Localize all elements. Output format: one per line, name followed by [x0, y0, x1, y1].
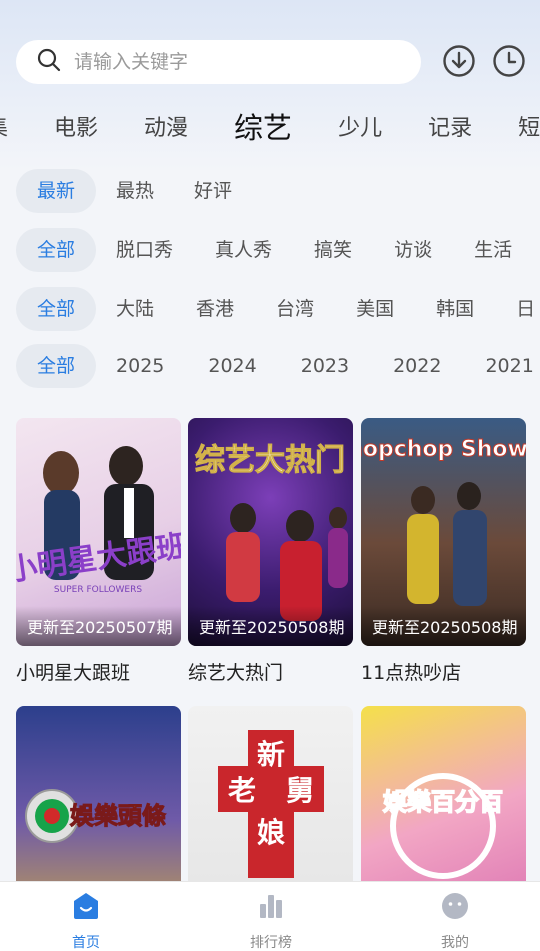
filter-chip[interactable]: 访谈 — [374, 228, 454, 272]
year-filter-row: 全部 2025 2024 2023 2022 2021 — [16, 344, 540, 388]
svg-text:娘: 娘 — [257, 816, 285, 849]
svg-text:SUPER FOLLOWERS: SUPER FOLLOWERS — [54, 585, 142, 595]
filter-chip[interactable]: 2024 — [188, 344, 280, 388]
filter-chip[interactable]: 大陆 — [96, 287, 176, 331]
show-poster[interactable]: chopchop Show 更新至20250508期 — [361, 418, 526, 646]
tab-anime[interactable]: 动漫 — [144, 110, 188, 142]
show-card[interactable]: 综艺大热门 更新至20250508期 综艺大热门 — [188, 418, 353, 685]
tab-series[interactable]: 集 — [0, 110, 8, 142]
show-title[interactable]: 小明星大跟班 — [16, 658, 181, 685]
show-title[interactable]: 综艺大热门 — [188, 658, 353, 685]
region-filter-row: 全部 大陆 香港 台湾 美国 韩国 日 — [16, 287, 540, 331]
svg-text:小明星大跟班: 小明星大跟班 — [16, 529, 181, 589]
tab-movie[interactable]: 电影 — [54, 110, 98, 142]
genre-filter-row: 全部 脱口秀 真人秀 搞笑 访谈 生活 — [16, 228, 532, 272]
svg-text:娛樂頭條: 娛樂頭條 — [69, 802, 166, 830]
filter-chip[interactable]: 2025 — [96, 344, 188, 388]
svg-text:新: 新 — [257, 738, 285, 771]
category-tabs: 集 电影 动漫 综艺 少儿 记录 短 — [0, 102, 540, 150]
filter-chip[interactable]: 全部 — [16, 228, 97, 272]
tab-documentary[interactable]: 记录 — [428, 110, 472, 142]
filter-chip[interactable]: 生活 — [454, 228, 532, 272]
filter-chip[interactable]: 全部 — [16, 344, 97, 388]
filter-chip[interactable]: 韩国 — [416, 287, 496, 331]
filter-chip[interactable]: 全部 — [16, 287, 97, 331]
home-icon — [41, 890, 131, 922]
profile-icon — [410, 890, 500, 922]
nav-label: 排行榜 — [250, 935, 292, 951]
sort-filter-row: 最新 最热 好评 — [16, 169, 252, 213]
nav-ranking[interactable]: 排行榜 — [226, 890, 316, 951]
filter-chip[interactable]: 好评 — [174, 169, 252, 213]
tab-variety[interactable]: 综艺 — [234, 105, 292, 147]
filter-chip[interactable]: 最热 — [96, 169, 174, 213]
update-badge: 更新至20250508期 — [188, 606, 353, 646]
show-card[interactable]: 小明星大跟班 SUPER FOLLOWERS 更新至20250507期 小明星大… — [16, 418, 181, 685]
bottom-nav: 首页 排行榜 我的 — [0, 881, 540, 951]
svg-text:舅: 舅 — [286, 774, 314, 807]
show-title[interactable]: 11点热吵店 — [361, 658, 526, 685]
nav-home[interactable]: 首页 — [41, 890, 131, 951]
nav-profile[interactable]: 我的 — [410, 890, 500, 951]
filter-chip[interactable]: 2021 — [465, 344, 540, 388]
history-clock-icon[interactable] — [492, 44, 526, 78]
search-bar[interactable] — [16, 40, 421, 84]
show-poster[interactable]: 综艺大热门 更新至20250508期 — [188, 418, 353, 646]
update-badge: 更新至20250508期 — [361, 606, 526, 646]
svg-text:chopchop Show: chopchop Show — [361, 437, 526, 462]
svg-text:娛樂百分百: 娛樂百分百 — [382, 788, 503, 816]
update-badge: 更新至20250507期 — [16, 606, 181, 646]
filter-chip[interactable]: 2023 — [281, 344, 373, 388]
nav-label: 首页 — [72, 935, 100, 951]
show-poster[interactable]: 小明星大跟班 SUPER FOLLOWERS 更新至20250507期 — [16, 418, 181, 646]
download-icon[interactable] — [442, 44, 476, 78]
filter-chip[interactable]: 美国 — [336, 287, 416, 331]
ranking-bars-icon — [226, 890, 316, 922]
filter-chip[interactable]: 2022 — [373, 344, 465, 388]
search-input[interactable] — [74, 51, 374, 73]
tab-short[interactable]: 短 — [518, 110, 540, 142]
show-card[interactable]: chopchop Show 更新至20250508期 11点热吵店 — [361, 418, 526, 685]
filter-chip[interactable]: 搞笑 — [294, 228, 374, 272]
filter-chip[interactable]: 香港 — [176, 287, 256, 331]
filter-chip[interactable]: 真人秀 — [195, 228, 294, 272]
svg-text:综艺大热门: 综艺大热门 — [195, 443, 345, 478]
nav-label: 我的 — [441, 935, 469, 951]
filter-chip[interactable]: 台湾 — [256, 287, 336, 331]
filter-chip[interactable]: 日 — [496, 287, 540, 331]
filter-chip[interactable]: 最新 — [16, 169, 97, 213]
tab-kids[interactable]: 少儿 — [338, 110, 382, 142]
search-icon — [36, 47, 62, 77]
svg-text:老: 老 — [228, 774, 256, 807]
filter-chip[interactable]: 脱口秀 — [96, 228, 195, 272]
